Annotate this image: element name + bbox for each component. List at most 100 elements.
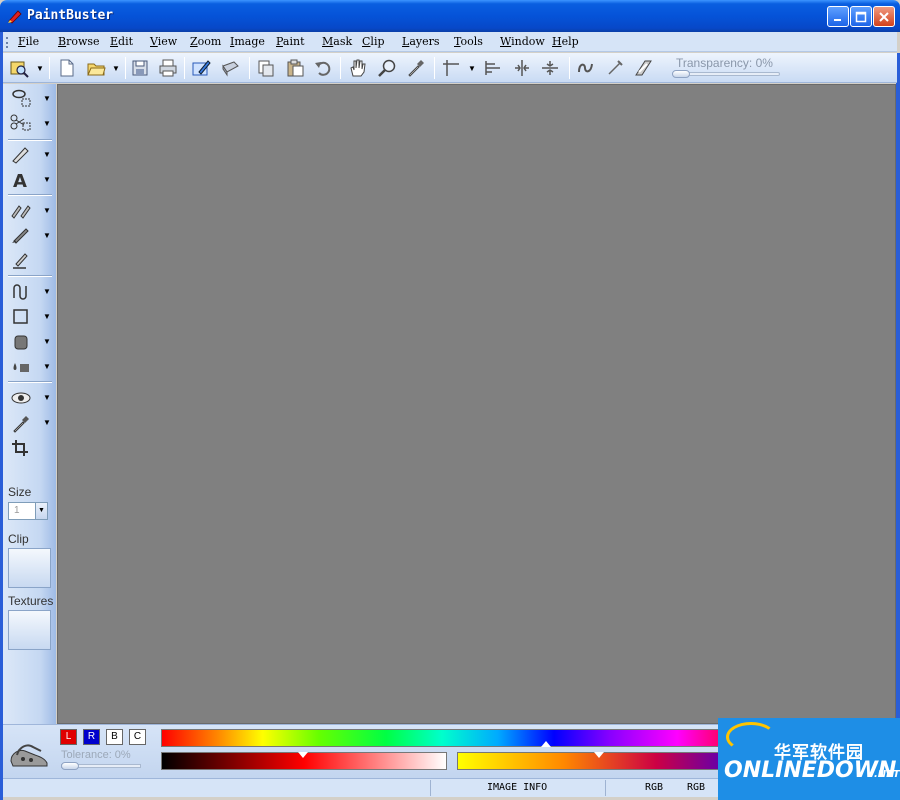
menu-window[interactable]: Window (500, 35, 545, 48)
crop-icon[interactable] (10, 438, 32, 458)
gradient-tool-icon[interactable] (633, 58, 653, 78)
print-icon[interactable] (158, 58, 178, 78)
toolbar-separator (184, 57, 185, 79)
align-left-icon[interactable] (483, 58, 503, 78)
chevron-down-icon[interactable]: ▼ (43, 393, 51, 402)
dropper-icon[interactable] (10, 413, 32, 433)
chevron-down-icon[interactable]: ▼ (43, 418, 51, 427)
chevron-down-icon[interactable]: ▼ (43, 337, 51, 346)
menu-mask[interactable]: Mask (322, 35, 352, 48)
curve-icon[interactable] (576, 58, 596, 78)
edit-image-icon[interactable] (191, 58, 211, 78)
paintbrush-app-icon (8, 10, 22, 24)
menu-image[interactable]: Image (230, 35, 265, 48)
left-ramp-marker[interactable] (298, 752, 308, 758)
size-label: Size (8, 485, 32, 499)
menu-grip[interactable] (6, 37, 8, 48)
status-divider (605, 780, 606, 796)
chevron-down-icon[interactable]: ▼ (43, 94, 51, 103)
toolbar-separator (125, 57, 126, 79)
eyedropper-icon[interactable] (406, 58, 426, 78)
shoes-icon[interactable] (9, 735, 51, 769)
menu-clip[interactable]: Clip (362, 35, 385, 48)
save-icon[interactable] (130, 58, 150, 78)
scissors-select-icon[interactable] (10, 113, 32, 133)
menu-tools[interactable]: Tools (454, 35, 483, 48)
scan-icon[interactable] (220, 58, 240, 78)
close-button[interactable] (873, 6, 895, 27)
background-color-button[interactable]: B (106, 729, 123, 745)
clip-preview[interactable] (8, 548, 51, 588)
chevron-down-icon[interactable]: ▼ (43, 312, 51, 321)
fill-bucket-icon[interactable] (10, 357, 32, 377)
toolbar-separator (340, 57, 341, 79)
paste-icon[interactable] (285, 58, 305, 78)
chevron-down-icon[interactable]: ▼ (43, 175, 51, 184)
hue-spectrum-bar[interactable] (161, 729, 723, 747)
menu-view[interactable]: View (150, 35, 177, 48)
rectangle-tool-icon[interactable] (10, 307, 32, 327)
chevron-down-icon[interactable]: ▼ (43, 150, 51, 159)
chevron-down-icon[interactable]: ▼ (35, 503, 47, 519)
chevron-down-icon[interactable]: ▼ (468, 64, 476, 73)
freeform-line-icon[interactable] (10, 282, 32, 302)
right-color-ramp[interactable] (457, 752, 723, 770)
align-center-h-icon[interactable] (512, 58, 532, 78)
tools-separator (8, 275, 52, 277)
menu-layers[interactable]: Layers (402, 35, 440, 48)
status-image-info: IMAGE INFO (487, 782, 548, 793)
onlinedown-watermark-logo: 华军软件园 ONLINEDOWN .NET (718, 718, 900, 800)
eye-icon[interactable] (10, 388, 32, 408)
tools-separator (8, 139, 52, 141)
copy-icon[interactable] (256, 58, 276, 78)
tolerance-slider-thumb[interactable] (61, 762, 79, 770)
menu-paint[interactable]: Paint (276, 35, 305, 48)
chevron-down-icon[interactable]: ▼ (36, 64, 44, 73)
minimize-button[interactable] (827, 6, 849, 27)
chevron-down-icon[interactable]: ▼ (43, 206, 51, 215)
tolerance-label: Tolerance: 0% (61, 749, 131, 761)
left-color-button[interactable]: L (60, 729, 77, 745)
menu-help[interactable]: Help (552, 35, 579, 48)
airbrush-icon[interactable] (10, 250, 32, 270)
size-select[interactable]: 1 ▼ (8, 502, 48, 520)
line-tool-icon[interactable] (605, 58, 625, 78)
new-file-icon[interactable] (57, 58, 77, 78)
lasso-select-icon[interactable] (10, 88, 32, 108)
open-folder-icon[interactable] (86, 58, 106, 78)
menu-zoom[interactable]: Zoom (190, 35, 221, 48)
text-tool-icon[interactable]: A (10, 170, 32, 190)
maximize-icon (855, 11, 867, 22)
align-center-v-icon[interactable] (540, 58, 560, 78)
canvas-area[interactable] (57, 84, 896, 724)
brush-icon[interactable] (10, 225, 32, 245)
watermark-net-text: .NET (874, 769, 900, 780)
hue-marker[interactable] (541, 741, 551, 747)
right-color-button[interactable]: R (83, 729, 100, 745)
chevron-down-icon[interactable]: ▼ (43, 287, 51, 296)
size-value: 1 (14, 505, 20, 516)
chevron-down-icon[interactable]: ▼ (43, 119, 51, 128)
cylinder-shape-icon[interactable] (10, 332, 32, 352)
undo-icon[interactable] (313, 58, 333, 78)
maximize-button[interactable] (850, 6, 872, 27)
hand-pan-icon[interactable] (347, 58, 367, 78)
clip-color-button[interactable]: C (129, 729, 146, 745)
menu-file[interactable]: File (18, 35, 39, 48)
close-icon (879, 11, 889, 22)
menu-edit[interactable]: Edit (110, 35, 133, 48)
toolbar-separator (49, 57, 50, 79)
chevron-down-icon[interactable]: ▼ (43, 362, 51, 371)
clone-brush-icon[interactable] (10, 200, 32, 220)
textures-preview[interactable] (8, 610, 51, 650)
chevron-down-icon[interactable]: ▼ (112, 64, 120, 73)
right-ramp-marker[interactable] (594, 752, 604, 758)
menu-browse[interactable]: Browse (58, 35, 100, 48)
zoom-icon[interactable] (377, 58, 397, 78)
chevron-down-icon[interactable]: ▼ (43, 231, 51, 240)
pencil-icon[interactable] (10, 144, 32, 164)
guide-icon[interactable] (441, 58, 461, 78)
svg-text:A: A (13, 171, 27, 190)
browse-icon[interactable] (9, 58, 29, 78)
transparency-slider-thumb[interactable] (672, 70, 690, 78)
